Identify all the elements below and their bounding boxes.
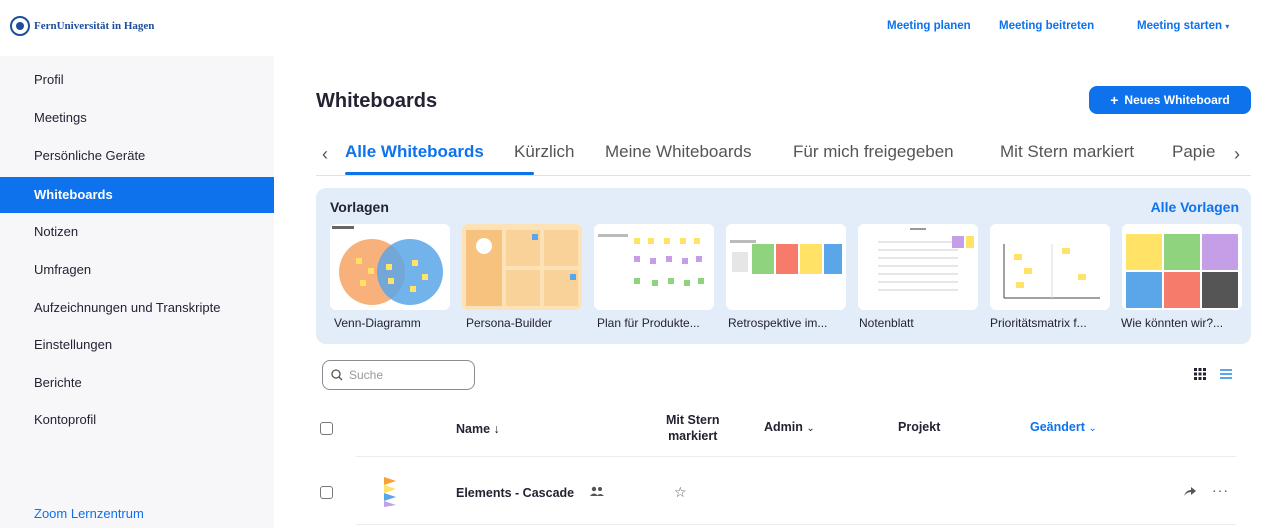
- template-card-retrospective[interactable]: [726, 224, 846, 310]
- sidebar-item-label: Umfragen: [34, 262, 92, 277]
- how-might-we-thumbnail: [1126, 234, 1238, 308]
- search-input[interactable]: [349, 368, 459, 382]
- sidebar-item-notes[interactable]: Notizen: [0, 214, 274, 250]
- arrow-down-icon: ↓: [493, 422, 500, 436]
- template-label: Persona-Builder: [466, 316, 553, 330]
- templates-panel: Vorlagen Alle Vorlagen Venn-Diagramm Per…: [316, 188, 1251, 344]
- sidebar: Profil Meetings Persönliche Geräte White…: [0, 56, 274, 528]
- venn-diagram-thumbnail: [332, 226, 443, 305]
- plus-icon: +: [1110, 92, 1119, 108]
- row-divider: [356, 456, 1236, 457]
- search-box[interactable]: [322, 360, 475, 390]
- tab-bar: ‹ Alle Whiteboards Kürzlich Meine Whiteb…: [316, 136, 1251, 176]
- sidebar-item-label: Notizen: [34, 224, 79, 239]
- sidebar-item-label: Aufzeichnungen und Transkripte: [34, 300, 221, 315]
- column-header-name[interactable]: Name ↓: [456, 422, 500, 436]
- all-templates-link[interactable]: Alle Vorlagen: [1151, 199, 1239, 215]
- active-tab-indicator: [345, 172, 534, 175]
- template-card-persona[interactable]: [462, 224, 582, 310]
- sidebar-item-meetings[interactable]: Meetings: [0, 100, 274, 136]
- tab-paper[interactable]: Papie: [1172, 142, 1215, 162]
- product-plan-thumbnail: [598, 234, 704, 286]
- whiteboard-thumbnail-icon: [384, 477, 396, 507]
- grid-view-icon[interactable]: [1194, 368, 1206, 380]
- join-meeting-link[interactable]: Meeting beitreten: [999, 20, 1094, 32]
- changed-header-label: Geändert: [1030, 420, 1085, 434]
- template-card-venn[interactable]: [330, 224, 450, 310]
- column-header-starred: Mit Stern markiert: [666, 412, 719, 444]
- sidebar-item-recordings[interactable]: Aufzeichnungen und Transkripte: [0, 290, 274, 326]
- top-bar: FernUniversität in Hagen Meeting planen …: [0, 0, 1280, 56]
- brand-name: FernUniversität in Hagen: [34, 20, 155, 32]
- chevron-down-icon: ⌄: [1088, 423, 1097, 434]
- learning-center-link[interactable]: Zoom Lernzentrum: [34, 506, 144, 521]
- caret-down-icon: ▾: [1225, 22, 1230, 31]
- sidebar-item-label: Einstellungen: [34, 337, 113, 352]
- chevron-right-icon[interactable]: ›: [1234, 144, 1240, 165]
- template-label: Plan für Produkte...: [597, 316, 700, 330]
- column-header-project: Projekt: [898, 420, 941, 434]
- template-label: Notenblatt: [859, 316, 914, 330]
- sidebar-item-polls[interactable]: Umfragen: [0, 252, 274, 288]
- page-title: Whiteboards: [316, 90, 438, 112]
- university-logo-icon: [10, 16, 30, 36]
- new-whiteboard-label: Neues Whiteboard: [1124, 93, 1230, 107]
- tab-recent[interactable]: Kürzlich: [514, 142, 574, 162]
- view-toggle: [1194, 368, 1232, 380]
- template-card-scoresheet[interactable]: [858, 224, 978, 310]
- chevron-down-icon: ⌄: [806, 423, 815, 434]
- sidebar-item-profil[interactable]: Profil: [0, 62, 274, 98]
- column-header-changed[interactable]: Geändert ⌄: [1030, 420, 1097, 434]
- list-view-icon[interactable]: [1220, 368, 1232, 380]
- template-card-priority-matrix[interactable]: [990, 224, 1110, 310]
- select-all-checkbox[interactable]: [320, 422, 333, 435]
- priority-matrix-thumbnail: [1003, 244, 1100, 299]
- admin-header-label: Admin: [764, 420, 803, 434]
- template-label: Retrospektive im...: [728, 316, 828, 330]
- share-arrow-icon[interactable]: [1184, 486, 1196, 496]
- template-label: Venn-Diagramm: [334, 316, 421, 330]
- sidebar-item-label: Meetings: [34, 110, 87, 125]
- tab-starred[interactable]: Mit Stern markiert: [1000, 142, 1134, 162]
- templates-heading: Vorlagen: [330, 199, 389, 215]
- start-meeting-label: Meeting starten: [1137, 20, 1222, 32]
- starred-header-line1: Mit Stern: [666, 413, 720, 427]
- row-checkbox[interactable]: [320, 486, 333, 499]
- search-icon: [331, 369, 343, 381]
- chevron-left-icon[interactable]: ‹: [322, 144, 328, 165]
- tab-my-whiteboards[interactable]: Meine Whiteboards: [605, 142, 751, 162]
- sidebar-item-reports[interactable]: Berichte: [0, 365, 274, 401]
- tab-shared-with-me[interactable]: Für mich freigegeben: [793, 142, 954, 162]
- starred-header-line2: markiert: [668, 429, 718, 443]
- sidebar-item-label: Kontoprofil: [34, 412, 97, 427]
- persona-builder-thumbnail: [462, 224, 582, 310]
- scoresheet-thumbnail: [878, 228, 974, 291]
- main-content: Whiteboards + Neues Whiteboard ‹ Alle Wh…: [274, 56, 1280, 528]
- schedule-meeting-link[interactable]: Meeting planen: [887, 20, 971, 32]
- template-label: Wie könnten wir?...: [1121, 316, 1224, 330]
- sidebar-item-account-profile[interactable]: Kontoprofil: [0, 402, 274, 438]
- sidebar-item-label: Profil: [34, 72, 64, 87]
- brand-logo[interactable]: FernUniversität in Hagen: [10, 16, 154, 36]
- start-meeting-menu[interactable]: Meeting starten ▾: [1137, 20, 1229, 32]
- sidebar-item-settings[interactable]: Einstellungen: [0, 327, 274, 363]
- template-card-how-might-we[interactable]: [1122, 224, 1242, 310]
- template-card-product-plan[interactable]: [594, 224, 714, 310]
- sidebar-item-personal-devices[interactable]: Persönliche Geräte: [0, 138, 274, 174]
- name-header-label: Name: [456, 422, 491, 436]
- more-options-icon[interactable]: ···: [1212, 482, 1229, 498]
- sidebar-item-label: Whiteboards: [34, 187, 113, 202]
- template-label: Prioritätsmatrix f...: [990, 316, 1087, 330]
- retrospective-thumbnail: [730, 240, 842, 274]
- sidebar-item-whiteboards[interactable]: Whiteboards: [0, 177, 274, 213]
- sidebar-item-label: Persönliche Geräte: [34, 148, 146, 163]
- tab-all-whiteboards[interactable]: Alle Whiteboards: [345, 142, 484, 162]
- sidebar-item-label: Berichte: [34, 375, 82, 390]
- whiteboard-name[interactable]: Elements - Cascade: [456, 486, 574, 500]
- column-header-admin[interactable]: Admin ⌄: [764, 420, 815, 434]
- star-icon[interactable]: ☆: [674, 484, 687, 501]
- new-whiteboard-button[interactable]: + Neues Whiteboard: [1089, 86, 1251, 114]
- shared-users-icon: [590, 486, 604, 496]
- row-divider: [356, 524, 1236, 525]
